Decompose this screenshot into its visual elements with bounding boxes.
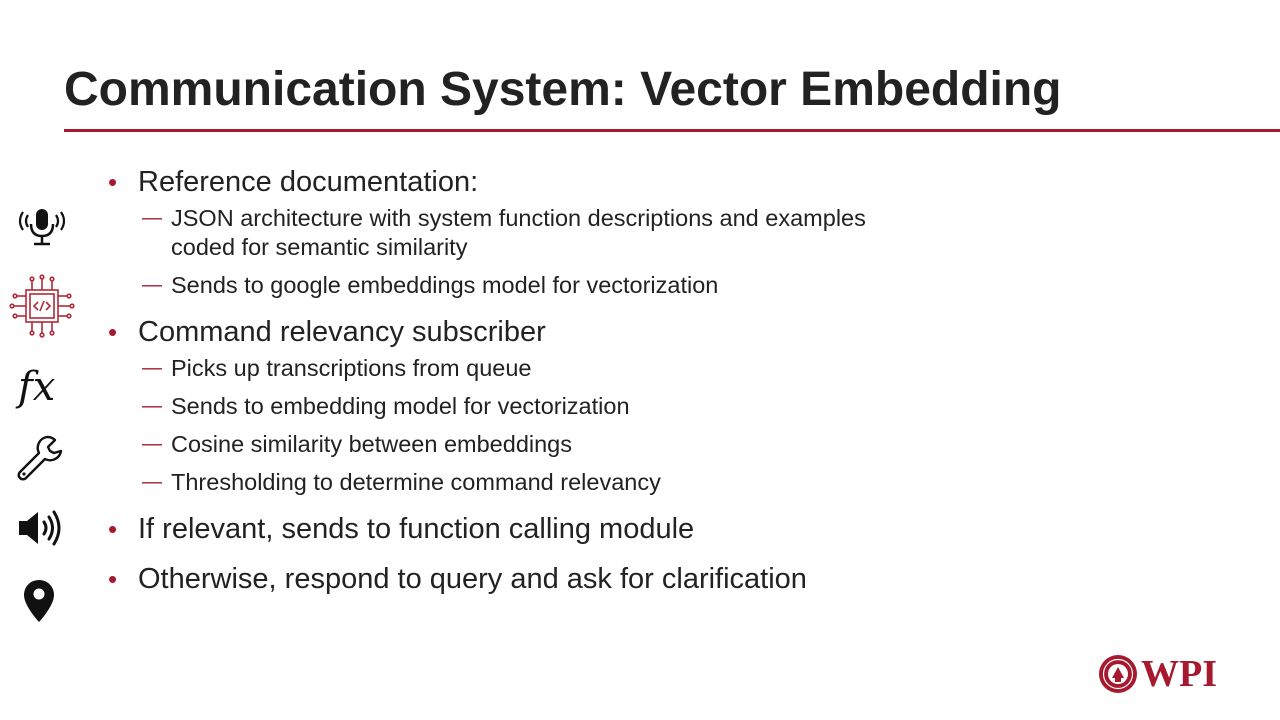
bullet-item: Command relevancy subscriber (108, 314, 1008, 350)
location-pin-icon (24, 580, 54, 622)
sub-bullet-line: Sends to embedding model for vectorizati… (171, 393, 630, 419)
icon-column: fx (0, 0, 90, 720)
bullet-item: Reference documentation: (108, 164, 1008, 200)
sub-bullet-item: Picks up transcriptions from queue (142, 354, 1008, 383)
wpi-seal-icon (1099, 655, 1137, 693)
sub-bullet-line: Picks up transcriptions from queue (171, 355, 532, 381)
speaker-icon (19, 510, 61, 546)
wpi-logo: WPI (1098, 652, 1228, 696)
microphone-icon (18, 209, 66, 246)
sub-bullet-item: JSON architecture with system function d… (142, 204, 1008, 262)
sub-list: Picks up transcriptions from queue Sends… (108, 354, 1008, 497)
logo-wordmark: WPI (1141, 653, 1217, 695)
sub-bullet-item: Cosine similarity between embeddings (142, 430, 1008, 459)
sub-bullet-line: coded for semantic similarity (171, 234, 468, 260)
sub-bullet-line: Cosine similarity between embeddings (171, 431, 573, 457)
bullet-item: Otherwise, respond to query and ask for … (108, 561, 1008, 597)
sub-list: JSON architecture with system function d… (108, 204, 1008, 300)
sub-bullet-item: Sends to google embeddings model for vec… (142, 271, 1008, 300)
sub-bullet-line: Thresholding to determine command releva… (171, 469, 661, 495)
sub-bullet-item: Sends to embedding model for vectorizati… (142, 392, 1008, 421)
fx-glyph: fx (15, 364, 55, 410)
bullet-item: If relevant, sends to function calling m… (108, 511, 1008, 547)
wrench-icon (17, 435, 63, 481)
title-divider (64, 129, 1280, 132)
function-fx-icon: fx (15, 364, 55, 410)
slide-body: Reference documentation: JSON architectu… (108, 164, 1008, 597)
sub-bullet-line: JSON architecture with system function d… (171, 205, 866, 231)
circuit-chip-icon (9, 274, 75, 338)
sub-bullet-line: Sends to google embeddings model for vec… (171, 272, 719, 298)
slide-title: Communication System: Vector Embedding (64, 63, 1062, 116)
sub-bullet-item: Thresholding to determine command releva… (142, 468, 1008, 497)
